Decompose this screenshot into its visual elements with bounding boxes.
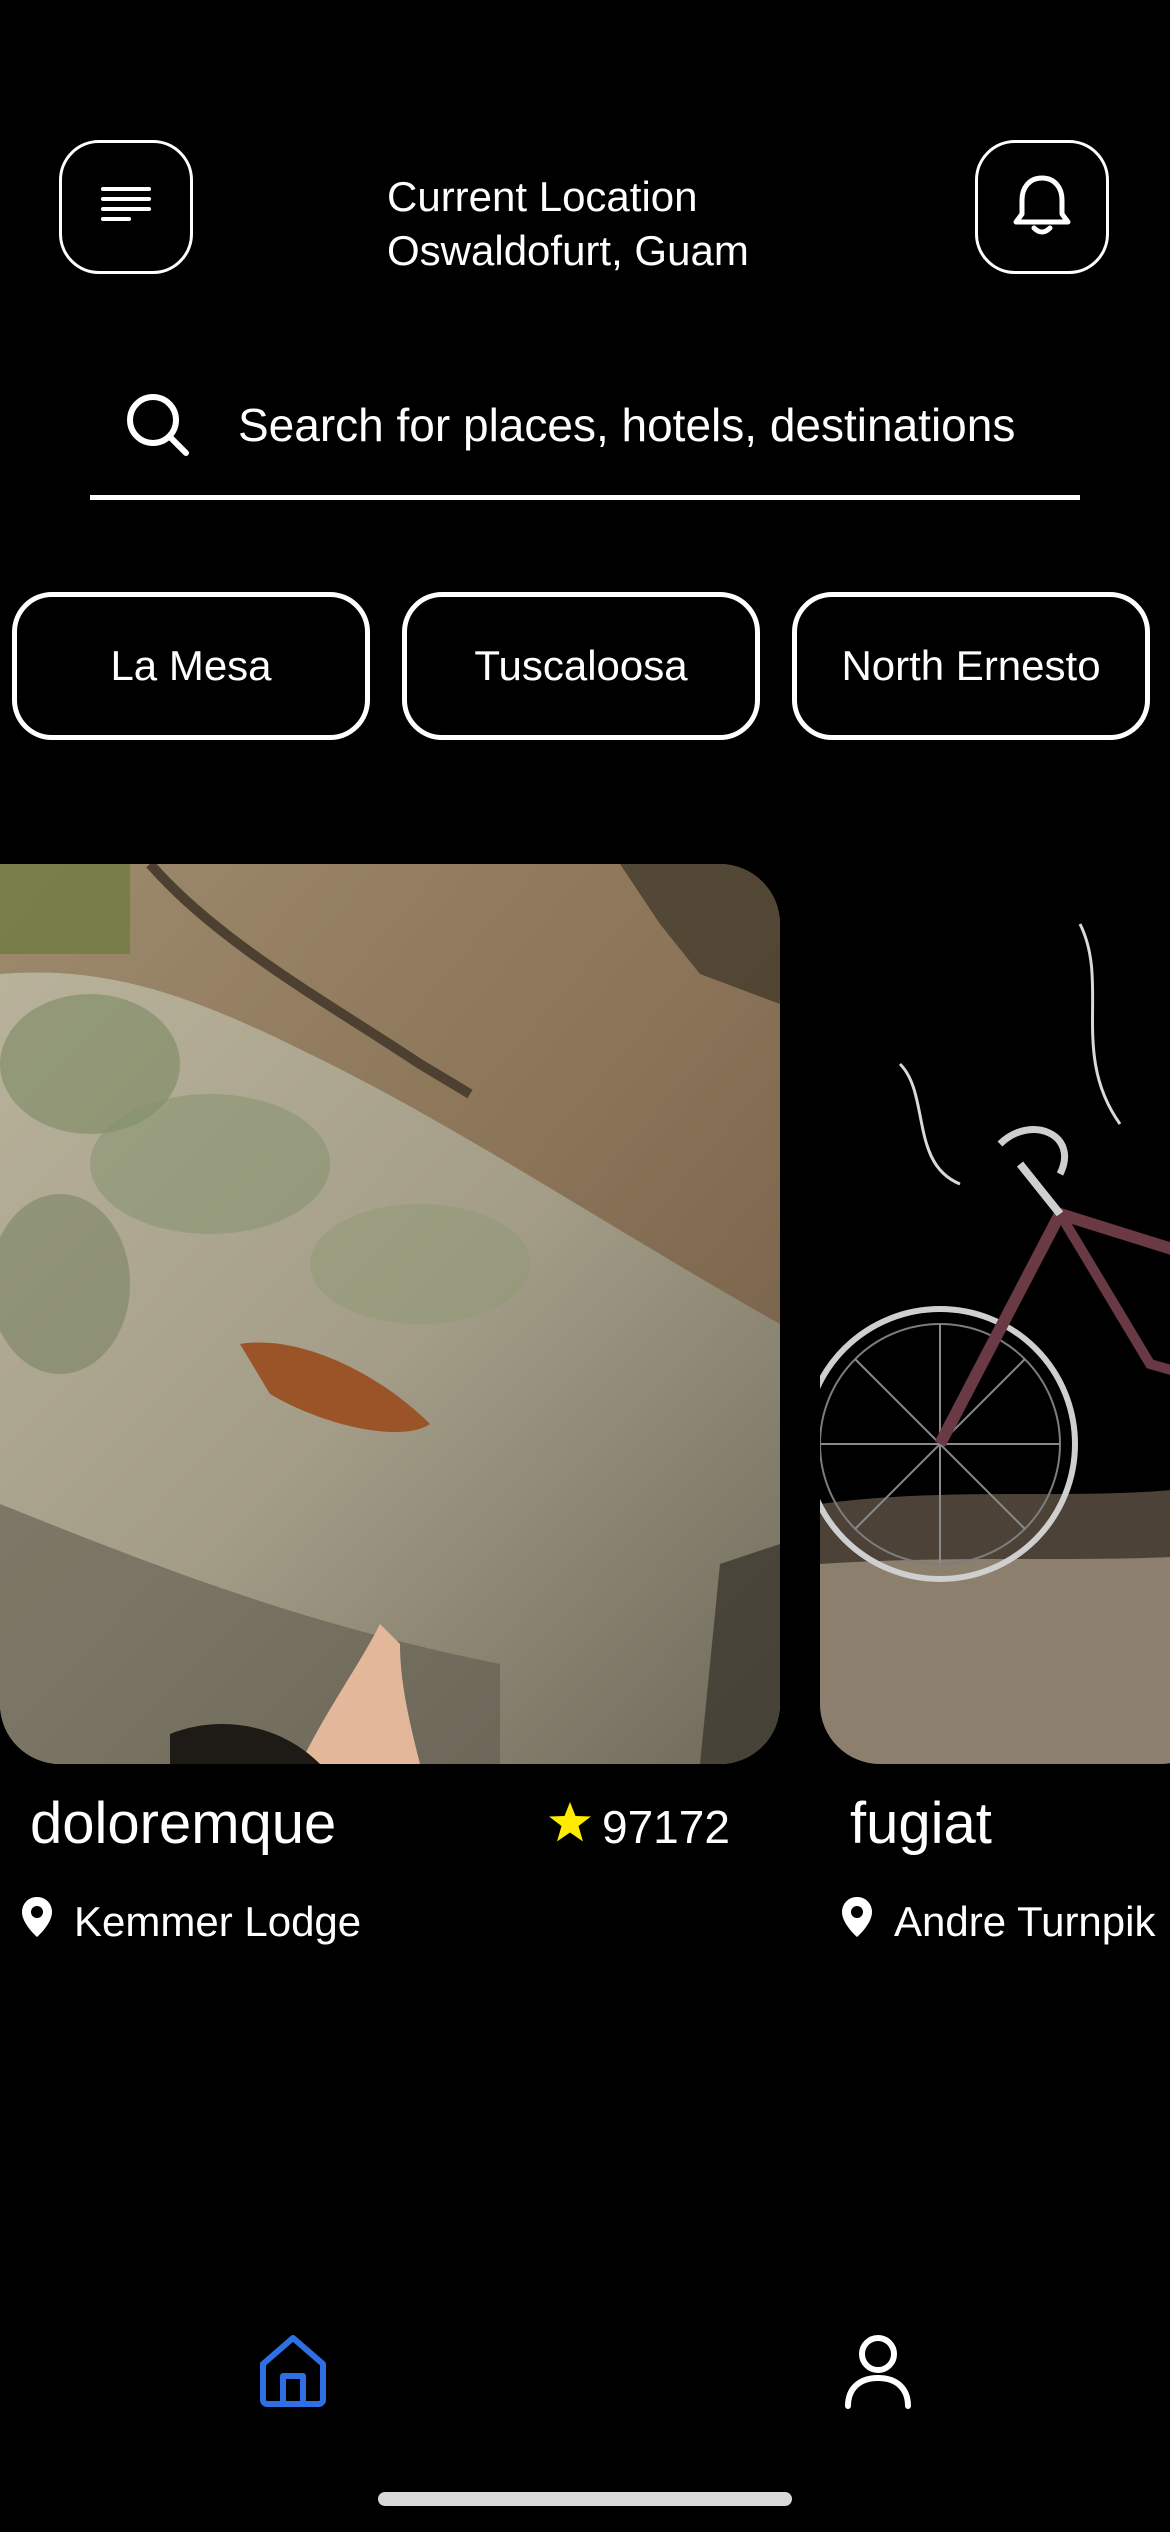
bell-icon bbox=[1010, 172, 1074, 243]
location-pin-icon bbox=[840, 1895, 874, 1949]
location-label: Current Location bbox=[387, 173, 698, 220]
home-icon bbox=[253, 2335, 333, 2414]
nav-home-button[interactable] bbox=[253, 2330, 333, 2410]
current-location: Current Location Oswaldofurt, Guam bbox=[387, 170, 749, 278]
card-title[interactable]: fugiat bbox=[850, 1790, 992, 1857]
rating-value: 97172 bbox=[602, 1801, 730, 1853]
chip-tuscaloosa[interactable]: Tuscaloosa bbox=[402, 592, 760, 740]
card-image-climber[interactable] bbox=[0, 864, 780, 1764]
rock-climber-photo bbox=[0, 864, 780, 1764]
location-pin-icon bbox=[20, 1895, 54, 1949]
search-bar[interactable]: Search for places, hotels, destinations bbox=[90, 380, 1080, 500]
card-location: Andre Turnpik bbox=[840, 1895, 1155, 1949]
profile-icon bbox=[838, 2335, 918, 2414]
location-text: Kemmer Lodge bbox=[74, 1898, 362, 1945]
location-value: Oswaldofurt, Guam bbox=[387, 227, 749, 274]
menu-lines-icon bbox=[97, 181, 155, 234]
chip-north-ernesto[interactable]: North Ernesto bbox=[792, 592, 1150, 740]
search-input[interactable]: Search for places, hotels, destinations bbox=[238, 398, 1015, 452]
star-icon bbox=[548, 1800, 592, 1854]
card-image-bicycle[interactable] bbox=[820, 864, 1170, 1764]
card-location: Kemmer Lodge bbox=[20, 1895, 361, 1949]
search-icon bbox=[123, 390, 193, 465]
card-title[interactable]: doloremque bbox=[30, 1790, 336, 1857]
nav-profile-button[interactable] bbox=[838, 2330, 918, 2410]
card-rating: 97172 bbox=[548, 1800, 730, 1854]
notifications-button[interactable] bbox=[975, 140, 1109, 274]
chip-la-mesa[interactable]: La Mesa bbox=[12, 592, 370, 740]
bicycle-photo bbox=[820, 864, 1170, 1764]
location-text: Andre Turnpik bbox=[894, 1898, 1156, 1945]
menu-button[interactable] bbox=[59, 140, 193, 274]
home-indicator[interactable] bbox=[378, 2492, 792, 2506]
